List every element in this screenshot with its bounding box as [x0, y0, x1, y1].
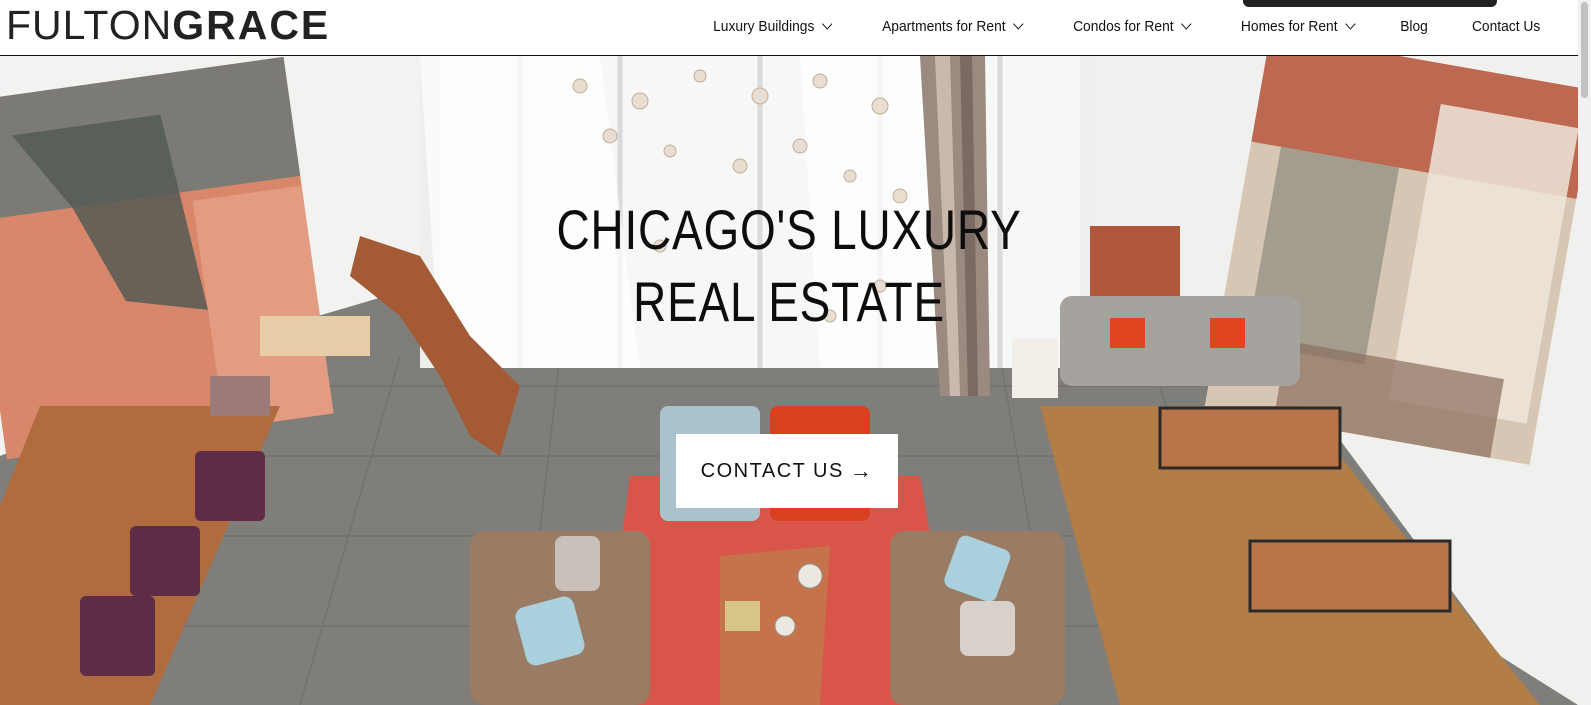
- nav-condos-label: Condos for Rent: [1073, 17, 1175, 35]
- site-header: FULTONGRACE Luxury Buildings Apartments …: [0, 0, 1591, 56]
- arrow-right-icon: →: [849, 458, 874, 483]
- nav-contact-label: Contact Us: [1471, 17, 1541, 35]
- main-nav: Luxury Buildings Apartments for Rent Con…: [688, 0, 1563, 52]
- hero-headline-line2: REAL ESTATE: [633, 270, 945, 333]
- chevron-down-icon: [1181, 18, 1193, 30]
- nav-luxury-buildings-label: Luxury Buildings: [713, 17, 815, 35]
- logo-text-fulton: FULTON: [6, 2, 173, 48]
- hero-headline: CHICAGO'S LUXURY REAL ESTATE: [0, 194, 1578, 338]
- logo-text-grace: GRACE: [172, 2, 331, 48]
- site-logo[interactable]: FULTONGRACE: [6, 2, 330, 48]
- nav-blog[interactable]: Blog: [1382, 18, 1446, 35]
- nav-homes-label: Homes for Rent: [1240, 17, 1338, 35]
- nav-apartments-for-rent[interactable]: Apartments for Rent: [864, 18, 1041, 35]
- nav-apartments-label: Apartments for Rent: [882, 17, 1006, 35]
- nav-homes-for-rent[interactable]: Homes for Rent: [1222, 18, 1372, 35]
- page-scrollbar[interactable]: [1578, 0, 1591, 705]
- nav-contact-us[interactable]: Contact Us: [1453, 18, 1558, 35]
- nav-luxury-buildings[interactable]: Luxury Buildings: [695, 18, 850, 35]
- hero-section: CHICAGO'S LUXURY REAL ESTATE CONTACT US …: [0, 56, 1578, 705]
- contact-us-button-label: CONTACT US: [700, 459, 844, 482]
- nav-condos-for-rent[interactable]: Condos for Rent: [1055, 18, 1209, 35]
- chevron-down-icon: [822, 18, 833, 30]
- contact-us-button[interactable]: CONTACT US →: [676, 434, 898, 508]
- hero-headline-line1: CHICAGO'S LUXURY: [556, 198, 1022, 261]
- chevron-down-icon: [1013, 18, 1024, 30]
- scrollbar-thumb[interactable]: [1581, 2, 1588, 98]
- chevron-down-icon: [1344, 18, 1356, 30]
- hero-background-image: [0, 56, 1578, 705]
- nav-blog-label: Blog: [1399, 17, 1428, 35]
